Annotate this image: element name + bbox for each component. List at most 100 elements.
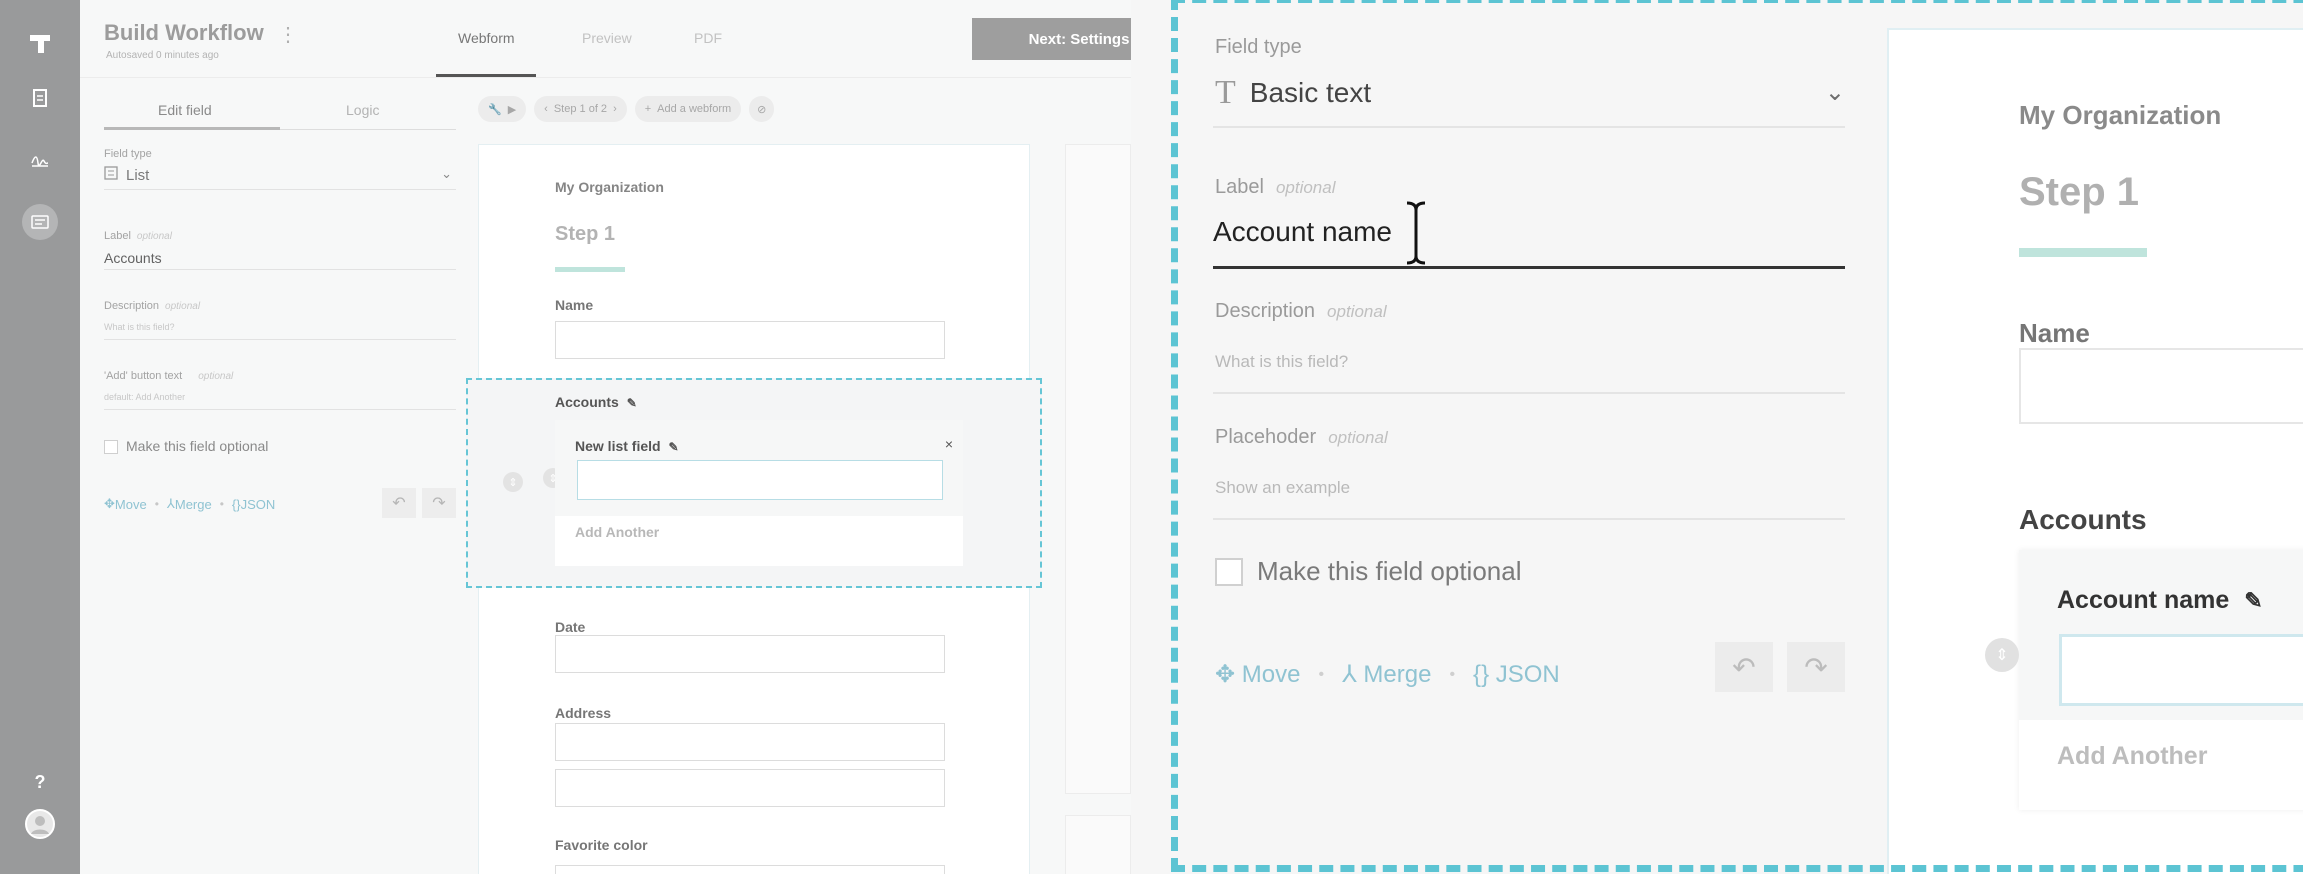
merge-icon[interactable]: ⅄ xyxy=(1342,660,1363,689)
field-type-select[interactable]: T Basic text ⌄ xyxy=(1215,74,1845,112)
text-cursor-icon xyxy=(1401,200,1431,266)
tab-pdf[interactable]: PDF xyxy=(694,30,722,46)
next-step-card xyxy=(1065,144,1131,794)
editor-tabs: Edit field Logic xyxy=(104,90,456,130)
plus-icon: + xyxy=(644,103,652,115)
avatar[interactable] xyxy=(22,806,58,842)
merge-link[interactable]: Merge xyxy=(175,497,212,512)
placeholder-input[interactable]: Show an example xyxy=(1215,478,1350,498)
active-tab-indicator xyxy=(436,74,536,77)
favorite-color-label[interactable]: Favorite color xyxy=(555,837,648,853)
description-input[interactable]: What is this field? xyxy=(1215,352,1348,372)
json-icon[interactable]: {} xyxy=(232,497,241,512)
redo-button[interactable]: ↷ xyxy=(422,488,456,518)
visibility-toggle[interactable]: ⊘ xyxy=(749,96,775,122)
text-type-icon: T xyxy=(1215,74,1236,111)
close-icon[interactable]: × xyxy=(945,436,953,452)
label-input[interactable]: Accounts xyxy=(104,250,456,266)
label-input[interactable]: Account name xyxy=(1213,216,1392,248)
optional-tag: optional xyxy=(1275,178,1336,197)
placeholder-field-header: Placehoder optional xyxy=(1215,426,1388,449)
optional-checkbox-label: Make this field optional xyxy=(1257,556,1522,586)
build-mode-toggle[interactable]: 🔧 ▶ xyxy=(478,96,527,122)
date-input[interactable] xyxy=(555,635,945,673)
app-sidebar: ? xyxy=(0,0,80,874)
address-line-2[interactable] xyxy=(555,769,945,807)
list-field-label-text: New list field xyxy=(575,438,661,454)
webform-icon[interactable] xyxy=(22,204,58,240)
description-input[interactable]: What is this field? xyxy=(104,322,456,332)
add-button-text-field[interactable]: 'Add' button text optional default: Add A… xyxy=(104,366,456,410)
list-field-container: New list field ✎ × Add Another xyxy=(555,420,963,566)
pencil-icon[interactable]: ✎ xyxy=(627,396,637,410)
step-navigator[interactable]: ‹ Step 1 of 2 › xyxy=(534,96,627,122)
move-link[interactable]: Move xyxy=(1242,661,1301,689)
favorite-color-input[interactable] xyxy=(555,865,945,874)
list-icon xyxy=(104,166,118,185)
add-webform-button[interactable]: + Add a webform xyxy=(634,96,742,122)
form-toolbar: 🔧 ▶ ‹ Step 1 of 2 › + Add a webform ⊘ xyxy=(478,96,775,122)
description-field-header: Description optional xyxy=(1215,300,1387,323)
name-input[interactable] xyxy=(555,321,945,359)
address-line-1[interactable] xyxy=(555,723,945,761)
drag-handle-icon[interactable]: ⇕ xyxy=(503,472,523,492)
next-step-card xyxy=(1065,815,1131,874)
move-icon[interactable]: ✥ xyxy=(1215,660,1242,689)
tab-logic[interactable]: Logic xyxy=(346,102,379,118)
chevron-right-icon[interactable]: › xyxy=(613,103,617,115)
optional-checkbox[interactable] xyxy=(104,440,118,455)
json-link[interactable]: JSON xyxy=(241,497,276,512)
undo-button[interactable]: ↶ xyxy=(382,488,416,518)
list-item: New list field ✎ × xyxy=(555,420,963,516)
description-field[interactable]: Description optional What is this field? xyxy=(104,296,456,340)
tab-edit-field[interactable]: Edit field xyxy=(158,102,212,118)
redo-button[interactable]: ↷ xyxy=(1787,642,1845,692)
more-options-icon[interactable]: ⋮ xyxy=(278,22,298,47)
document-icon[interactable] xyxy=(22,80,58,116)
step-title: Step 1 xyxy=(555,223,616,245)
tab-webform[interactable]: Webform xyxy=(458,30,515,46)
add-webform-label: Add a webform xyxy=(657,103,732,115)
date-label[interactable]: Date xyxy=(555,619,585,635)
logo-icon[interactable] xyxy=(22,26,58,62)
merge-link[interactable]: Merge xyxy=(1363,661,1431,689)
description-label: Description xyxy=(1215,300,1316,322)
signature-icon[interactable] xyxy=(22,142,58,178)
pencil-icon[interactable]: ✎ xyxy=(668,440,678,454)
active-input-underline xyxy=(1213,266,1845,269)
optional-tag: optional xyxy=(136,231,172,242)
field-type-select[interactable]: Field type List ⌄ xyxy=(104,148,456,190)
name-label[interactable]: Name xyxy=(555,297,593,313)
optional-checkbox[interactable] xyxy=(1215,557,1243,586)
move-icon[interactable]: ✥ xyxy=(104,496,115,512)
list-field-input[interactable] xyxy=(577,460,943,500)
chevron-down-icon: ⌄ xyxy=(1824,79,1845,106)
help-icon[interactable]: ? xyxy=(22,764,58,800)
optional-tag: optional xyxy=(1327,302,1387,321)
separator: • xyxy=(1318,665,1325,683)
optional-tag: optional xyxy=(165,301,201,312)
accounts-label[interactable]: Accounts ✎ xyxy=(555,394,637,410)
field-type-value: List xyxy=(126,167,150,184)
list-field-label[interactable]: New list field ✎ xyxy=(575,438,679,454)
undo-button[interactable]: ↶ xyxy=(1715,642,1773,692)
label-field[interactable]: Label optional Accounts xyxy=(104,226,456,270)
next-settings-button[interactable]: Next: Settings xyxy=(972,18,1131,60)
optional-checkbox-row[interactable]: Make this field optional xyxy=(1215,556,1521,587)
optional-checkbox-row[interactable]: Make this field optional xyxy=(104,438,269,455)
add-button-text-input[interactable]: default: Add Another xyxy=(104,392,456,402)
label-field-header: Label optional xyxy=(1215,176,1336,199)
tab-preview[interactable]: Preview xyxy=(582,30,632,46)
optional-checkbox-label: Make this field optional xyxy=(126,438,269,454)
move-link[interactable]: Move xyxy=(115,497,147,512)
chevron-down-icon: ⌄ xyxy=(441,166,452,181)
json-link[interactable]: JSON xyxy=(1496,661,1560,689)
merge-icon[interactable]: ⅄ xyxy=(167,496,175,512)
address-label[interactable]: Address xyxy=(555,705,611,721)
chevron-left-icon[interactable]: ‹ xyxy=(544,103,548,115)
separator: • xyxy=(154,497,159,511)
add-another-button[interactable]: Add Another xyxy=(575,524,659,540)
divider xyxy=(1213,126,1845,128)
json-icon[interactable]: {} xyxy=(1473,661,1496,689)
field-editor: Edit field Logic Field type List ⌄ Label… xyxy=(104,90,456,518)
